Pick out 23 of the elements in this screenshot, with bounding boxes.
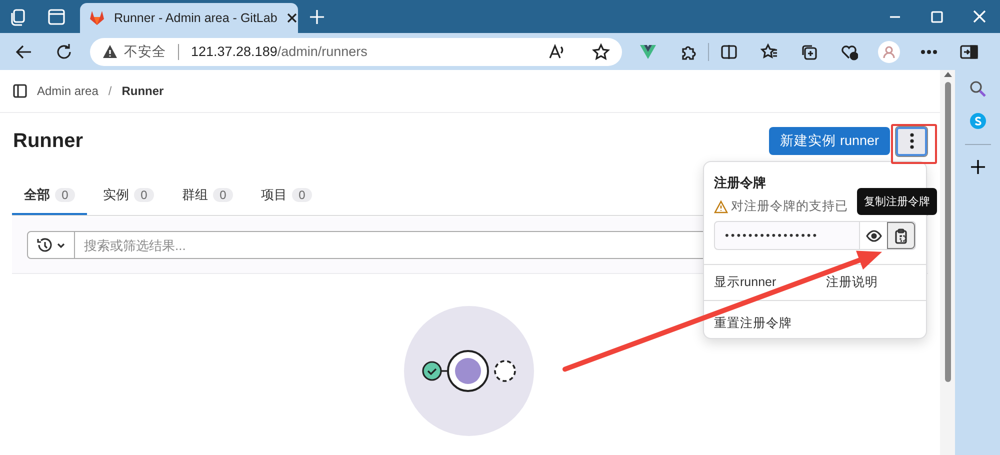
filter-tab[interactable]: 群组 0 — [170, 177, 245, 215]
count-badge: 0 — [134, 188, 154, 202]
tab-title: Runner - Admin area - GitLab — [114, 11, 278, 25]
breadcrumb-separator: / — [108, 84, 112, 98]
tooltip: 复制注册令牌 — [857, 188, 937, 215]
menu-item[interactable]: 显示runner 注册说明 — [704, 265, 926, 301]
security-label: 不安全 — [124, 42, 166, 60]
dropdown-heading: 注册令牌 — [714, 174, 767, 192]
deprecation-warning: 对注册令牌的支持已 — [731, 198, 848, 215]
count-badge: 0 — [292, 188, 312, 202]
count-badge: 0 — [213, 188, 233, 202]
filter-tab[interactable]: 全部 0 — [12, 177, 87, 215]
menu-item[interactable]: 重置注册令牌 — [704, 301, 926, 338]
filter-tab[interactable]: 项目 0 — [249, 177, 324, 215]
address-bar[interactable]: 不安全 121.37.28.189/admin/runners — [90, 38, 622, 66]
browser-tab[interactable]: Runner - Admin area - GitLab — [80, 3, 298, 33]
page-title: Runner — [13, 130, 84, 152]
filter-tab[interactable]: 实例 0 — [91, 177, 166, 215]
new-runner-button[interactable]: 新建实例 runner — [769, 127, 890, 155]
breadcrumb-link[interactable]: Admin area — [37, 84, 98, 98]
count-badge: 0 — [55, 188, 75, 202]
url-text: 121.37.28.189/admin/runners — [191, 44, 368, 59]
breadcrumb-link[interactable]: Runner — [122, 84, 164, 98]
